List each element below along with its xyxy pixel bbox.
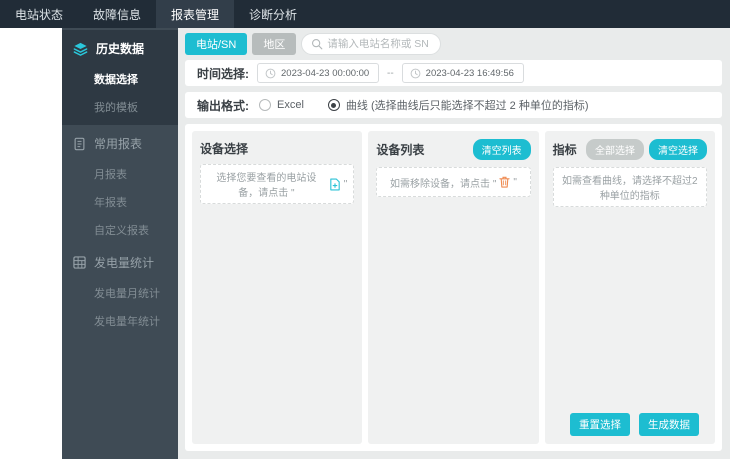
- tab-station-sn[interactable]: 电站/SN: [185, 33, 248, 55]
- report-icon: [73, 137, 86, 151]
- indicators-panel-head: 指标 全部选择 清空选择: [553, 139, 707, 160]
- device-list-panel-head: 设备列表 清空列表: [376, 139, 531, 160]
- clock-icon: [410, 68, 421, 79]
- search-box[interactable]: [301, 33, 442, 55]
- time-select-label: 时间选择:: [197, 66, 249, 81]
- indicators-title: 指标: [552, 143, 577, 157]
- device-list-hint: 如需移除设备，请点击 " ": [376, 167, 531, 197]
- sidebar-header-common-reports[interactable]: 常用报表: [62, 125, 178, 160]
- main-content: 电站/SN 地区 时间选择:: [178, 28, 730, 459]
- device-select-panel: 设备选择 选择您要查看的电站设备，请点击 " ": [192, 131, 363, 444]
- nav-item-station-status[interactable]: 电站状态: [0, 0, 78, 28]
- radio-curve-label[interactable]: 曲线 (选择曲线后只能选择不超过 2 种单位的指标): [346, 97, 589, 113]
- radio-option-curve: 曲线 (选择曲线后只能选择不超过 2 种单位的指标): [327, 97, 603, 113]
- radio-option-excel: Excel: [259, 99, 318, 111]
- search-input[interactable]: [327, 38, 432, 50]
- clear-list-button[interactable]: 清空列表: [472, 139, 531, 160]
- hint-text: ": [513, 176, 517, 188]
- sidebar-group-label: 历史数据: [96, 42, 145, 56]
- left-gutter: [0, 28, 62, 459]
- device-select-title: 设备选择: [200, 141, 249, 156]
- table-icon: [73, 256, 86, 269]
- sidebar-item-generation-yearly[interactable]: 发电量年统计: [62, 307, 178, 335]
- radio-curve[interactable]: [327, 99, 340, 111]
- nav-item-report-management[interactable]: 报表管理: [156, 0, 235, 28]
- sidebar-group-history-data: 历史数据 数据选择 我的模板: [62, 30, 178, 125]
- sidebar-group-generation-stats: 发电量统计 发电量月统计 发电量年统计: [62, 244, 178, 335]
- end-datetime-input[interactable]: 2023-04-23 16:49:56: [401, 63, 524, 83]
- trash-icon: [499, 176, 511, 188]
- device-select-panel-head: 设备选择: [200, 139, 354, 157]
- end-datetime-value: 2023-04-23 16:49:56: [425, 67, 514, 79]
- hint-text: 选择您要查看的电站设备，请点击 ": [216, 173, 317, 199]
- device-select-hint: 选择您要查看的电站设备，请点击 " ": [200, 164, 355, 204]
- search-filter-row: 电站/SN 地区: [185, 33, 722, 55]
- hint-text: ": [343, 178, 348, 190]
- hint-text: 如需查看曲线，请选择不超过2种单位的指标: [562, 176, 698, 202]
- sidebar-header-generation-stats[interactable]: 发电量统计: [62, 244, 178, 279]
- radio-excel[interactable]: [259, 99, 271, 111]
- device-list-panel: 设备列表 清空列表 如需移除设备，请点击 " ": [368, 131, 539, 444]
- nav-item-diagnosis[interactable]: 诊断分析: [234, 0, 312, 28]
- sidebar-item-custom-report[interactable]: 自定义报表: [62, 216, 178, 244]
- tab-region[interactable]: 地区: [252, 33, 297, 55]
- page-body: 历史数据 数据选择 我的模板 常用报表 月报表 年报表 自定义报表 发电量统计 …: [0, 28, 730, 459]
- generate-data-button[interactable]: 生成数据: [638, 413, 699, 436]
- reset-selection-button[interactable]: 重置选择: [569, 413, 630, 436]
- sidebar-item-generation-monthly[interactable]: 发电量月统计: [62, 279, 178, 307]
- clock-icon: [265, 68, 276, 79]
- sidebar-item-my-templates[interactable]: 我的模板: [62, 93, 178, 121]
- time-select-card: 时间选择: 2023-04-23 00:00:00 -- 2023-04-23 …: [185, 60, 722, 86]
- output-format-card: 输出格式: Excel 曲线 (选择曲线后只能选择不超过 2 种单位的指标): [185, 92, 722, 118]
- panel-actions: 重置选择 生成数据: [569, 413, 699, 436]
- indicators-panel: 指标 全部选择 清空选择 如需查看曲线，请选择不超过2种单位的指标 重置选择 生…: [544, 131, 715, 444]
- sidebar-header-history-data[interactable]: 历史数据: [62, 30, 178, 65]
- sidebar-group-common-reports: 常用报表 月报表 年报表 自定义报表: [62, 125, 178, 244]
- device-list-title: 设备列表: [376, 143, 425, 157]
- start-datetime-value: 2023-04-23 00:00:00: [281, 67, 370, 79]
- sidebar-item-monthly-report[interactable]: 月报表: [62, 160, 178, 188]
- sidebar-item-data-selection[interactable]: 数据选择: [62, 65, 178, 93]
- sidebar-item-yearly-report[interactable]: 年报表: [62, 188, 178, 216]
- hint-text: 如需移除设备，请点击 ": [390, 178, 497, 190]
- clear-selection-button[interactable]: 清空选择: [648, 139, 707, 160]
- sidebar-group-label: 发电量统计: [94, 256, 155, 270]
- date-range-separator: --: [387, 67, 394, 79]
- selection-panels-card: 设备选择 选择您要查看的电站设备，请点击 " " 设备列表 清空列表 如需移除设…: [185, 124, 722, 451]
- select-all-button[interactable]: 全部选择: [585, 139, 644, 160]
- sidebar-group-label: 常用报表: [94, 137, 143, 151]
- output-format-label: 输出格式:: [197, 98, 249, 113]
- nav-item-fault-info[interactable]: 故障信息: [78, 0, 156, 28]
- layers-icon: [73, 42, 88, 56]
- radio-dot: [331, 102, 337, 108]
- top-nav: 电站状态 故障信息 报表管理 诊断分析: [0, 0, 730, 28]
- sidebar: 历史数据 数据选择 我的模板 常用报表 月报表 年报表 自定义报表 发电量统计 …: [62, 28, 178, 459]
- add-file-icon: [329, 178, 341, 191]
- search-icon: [311, 38, 323, 50]
- start-datetime-input[interactable]: 2023-04-23 00:00:00: [257, 63, 379, 83]
- radio-excel-label[interactable]: Excel: [277, 99, 304, 111]
- indicators-hint: 如需查看曲线，请选择不超过2种单位的指标: [552, 167, 707, 207]
